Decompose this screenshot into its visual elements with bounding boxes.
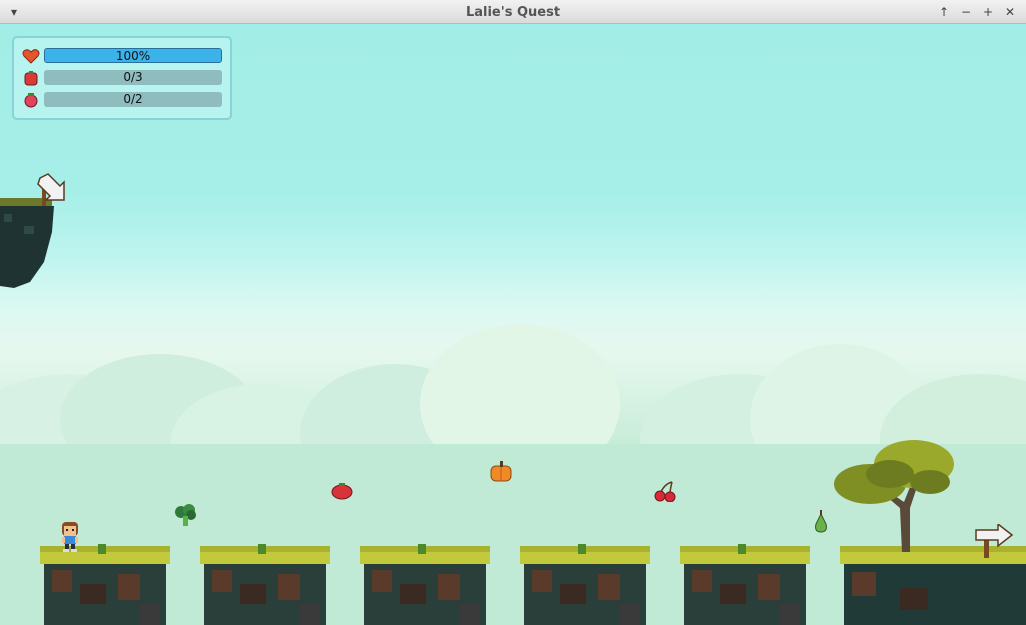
keep-above-icon[interactable]: ↑ (935, 3, 953, 21)
pumpkin-item (490, 461, 512, 482)
minimize-icon[interactable]: − (957, 3, 975, 21)
fruits-row: 0/2 (22, 92, 226, 108)
health-bar: 100% (44, 48, 222, 63)
health-value: 100% (115, 49, 151, 63)
strawberry-icon (24, 93, 38, 108)
game-viewport[interactable]: 100% 0/3 0/2 (0, 24, 1026, 625)
tree (834, 440, 954, 552)
tomato-item (331, 483, 353, 500)
broccoli-item (175, 504, 196, 526)
vegetables-count: 0/3 (123, 70, 143, 84)
floating-island (0, 198, 54, 288)
arrow-sign-right (975, 524, 1014, 558)
window-title: Lalie's Quest (465, 5, 561, 20)
ground-platforms (40, 544, 1026, 625)
health-row: 100% (22, 48, 226, 64)
title-bar[interactable]: ▾ Lalie's Quest ↑ − + ✕ (0, 0, 1026, 24)
arrow-sign-down-right (37, 173, 65, 206)
maximize-icon[interactable]: + (979, 3, 997, 21)
fruits-count: 0/2 (123, 92, 143, 106)
fruits-bar: 0/2 (44, 92, 222, 107)
tomato-icon (24, 71, 38, 86)
player-character (62, 522, 78, 552)
pear-item (815, 510, 827, 533)
vegetables-bar: 0/3 (44, 70, 222, 85)
cherries-item (654, 481, 676, 502)
vegetables-row: 0/3 (22, 70, 226, 86)
heart-icon (22, 49, 40, 64)
close-icon[interactable]: ✕ (1001, 3, 1019, 21)
game-window: ▾ Lalie's Quest ↑ − + ✕ 100% 0/3 0/2 (0, 0, 1026, 625)
hud-panel: 100% 0/3 0/2 (12, 36, 232, 120)
